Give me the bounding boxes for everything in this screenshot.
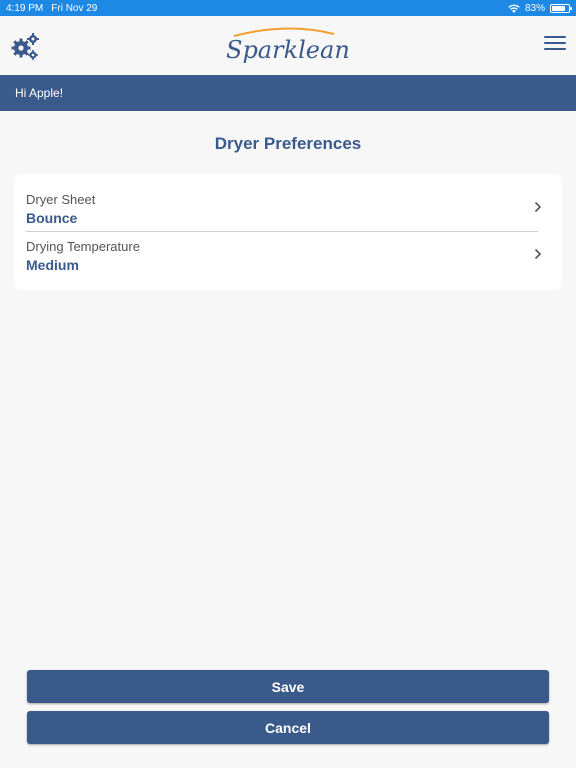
- logo-text: Sparklean: [226, 36, 350, 64]
- chevron-right-icon: [534, 201, 542, 213]
- sparklean-logo: Sparklean: [226, 27, 350, 64]
- status-time: 4:19 PM: [6, 2, 44, 14]
- preferences-card: Dryer Sheet Bounce Drying Temperature Me…: [14, 174, 562, 290]
- status-bar: 4:19 PM Fri Nov 29 83%: [0, 0, 576, 16]
- wifi-icon: [508, 4, 520, 13]
- chevron-right-icon: [534, 248, 542, 260]
- cancel-button[interactable]: Cancel: [27, 711, 549, 744]
- preference-value: Bounce: [26, 210, 78, 226]
- gears-icon[interactable]: [10, 31, 40, 61]
- preference-label: Drying Temperature: [26, 239, 140, 254]
- preference-label: Dryer Sheet: [26, 192, 96, 207]
- page-title: Dryer Preferences: [214, 134, 362, 153]
- dryer-sheet-row[interactable]: Dryer Sheet Bounce: [14, 174, 562, 231]
- save-button[interactable]: Save: [27, 670, 549, 703]
- battery-percentage: 83%: [524, 2, 545, 14]
- battery-icon: [550, 3, 572, 13]
- hamburger-menu-icon[interactable]: [544, 36, 566, 54]
- greeting-text: Hi Apple!: [15, 86, 64, 100]
- drying-temperature-row[interactable]: Drying Temperature Medium: [14, 232, 562, 289]
- navigation-bar: Sparklean: [0, 16, 576, 75]
- preference-value: Medium: [26, 257, 79, 273]
- status-date: Fri Nov 29: [51, 2, 98, 14]
- greeting-bar: Hi Apple!: [0, 75, 576, 111]
